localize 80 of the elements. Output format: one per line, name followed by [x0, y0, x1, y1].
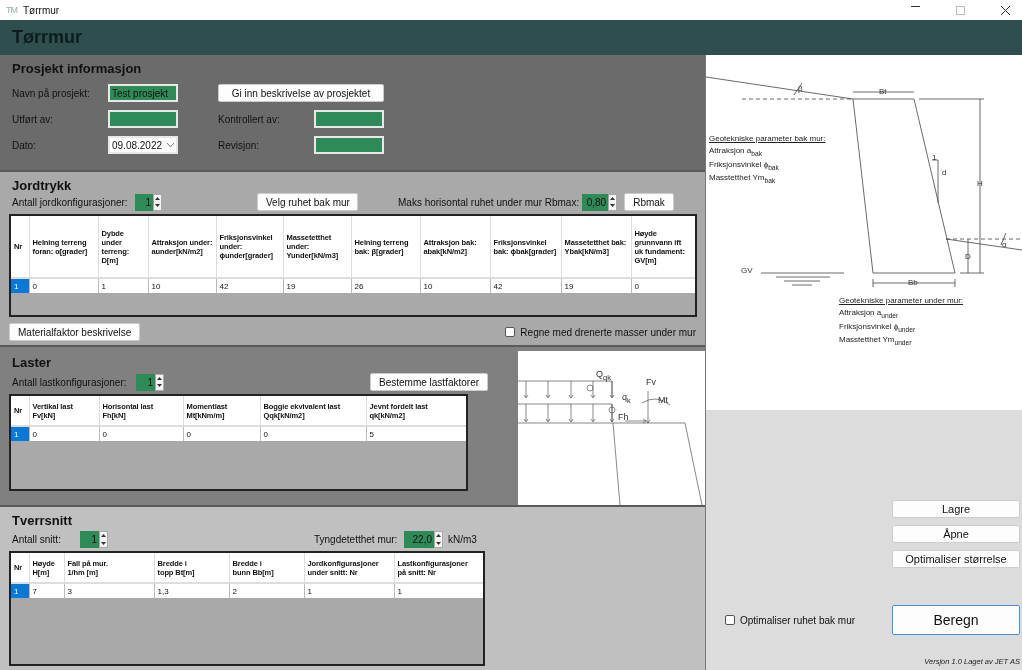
app-icon: TM [6, 5, 17, 15]
up-arrow-icon [155, 196, 160, 200]
date-field[interactable]: 09.08.2022 [108, 136, 178, 154]
section-title: Jordtrykk [12, 178, 73, 193]
dimension-label: D [965, 253, 971, 261]
field-label: Maks horisontal ruhet under mur Rbmax: [398, 196, 580, 208]
dimension-label: GV [741, 267, 753, 275]
close-icon[interactable] [1001, 5, 1010, 15]
down-arrow-icon [610, 204, 616, 208]
up-arrow-icon [436, 534, 441, 538]
parameter-heading: Geotekniske parameter under mur: [839, 296, 964, 305]
field-label: Kontrollert av: [218, 113, 281, 125]
field-label: Dato: [12, 139, 37, 151]
text-field[interactable] [108, 110, 178, 128]
action-button[interactable]: Lagre [892, 500, 1020, 518]
down-arrow-icon [157, 384, 162, 388]
unit-label: kN/m3 [448, 534, 477, 545]
spin-button[interactable] [153, 193, 162, 211]
minimize-icon[interactable] [911, 5, 920, 7]
load-factors-button[interactable]: Bestemme lastfaktorer [370, 373, 489, 391]
dimension-label: H [977, 180, 983, 188]
parameter-text: Attraksjon a$_{under}$ [839, 308, 900, 319]
parameter-text: Masstetthet Ym$_{bak}$ [709, 173, 777, 184]
field-label: Antall snitt: [12, 534, 62, 545]
field-label: Revisjon: [218, 139, 261, 151]
material-button[interactable]: Materialfaktor beskrivelse [9, 323, 141, 341]
up-arrow-icon [101, 534, 106, 538]
number-field[interactable]: 22,0 [404, 531, 434, 548]
down-arrow-icon [436, 541, 441, 545]
diagram-label: Fv [646, 378, 656, 387]
dimension-label: d [942, 169, 947, 177]
text-field[interactable] [314, 110, 384, 128]
dimension-label: Bb [908, 279, 918, 287]
field-label: Tyngdetetthet mur: [314, 534, 399, 545]
checkbox-label: Optimaliser ruhet bak mur [740, 614, 856, 626]
parameter-heading: Geotekniske parameter bak mur: [709, 134, 826, 143]
section-title: Tverrsnitt [12, 513, 73, 528]
dimension-label: α [1002, 241, 1007, 249]
diagram-label: Mt [658, 396, 668, 405]
parameter-text: Friksjonsvinkel ϕ$_{under}$ [839, 321, 917, 333]
parameter-text: Friksjonsvinkel ϕ$_{bak}$ [709, 159, 780, 171]
number-field[interactable]: 1 [80, 531, 99, 548]
checkbox-label: Regne med drenerte masser under mur [520, 326, 696, 338]
spin-button[interactable] [155, 373, 164, 391]
checkbox[interactable] [725, 615, 735, 625]
rbmax-button[interactable]: Rbmak [624, 193, 674, 211]
calculate-button[interactable]: Beregn [892, 605, 1020, 635]
parameter-text: Masstetthet Ym$_{under}$ [839, 335, 913, 346]
chevron-down-icon [167, 143, 174, 147]
action-button[interactable]: Optimaliser størrelse [892, 550, 1020, 568]
number-field[interactable]: 1 [136, 373, 155, 391]
field-label: Antall lastkonfigurasjoner: [12, 376, 128, 388]
dimension-label: 1 [932, 154, 937, 162]
spin-button[interactable] [608, 193, 618, 211]
spin-button[interactable] [99, 531, 108, 548]
spin-button[interactable] [434, 531, 443, 548]
text-field[interactable] [314, 136, 384, 154]
diagram-label: Fh [618, 413, 629, 422]
section-title: Laster [12, 355, 53, 370]
number-field[interactable]: 0,80 [582, 193, 609, 211]
field-label: Utført av: [12, 113, 55, 125]
section-title: Prosjekt informasjon [12, 61, 143, 76]
dimension-label: β [798, 85, 803, 93]
up-arrow-icon [157, 376, 162, 380]
describe-button[interactable]: Gi inn beskrivelse av prosjektet [218, 84, 384, 102]
parameter-text: Attraksjon a$_{bak}$ [709, 146, 763, 157]
diagram-label: q$_{k}$ [622, 393, 631, 405]
checkbox[interactable] [505, 327, 516, 337]
window-title: Tørrmur [23, 4, 60, 16]
down-arrow-icon [101, 541, 106, 545]
action-button[interactable]: Åpne [892, 525, 1020, 543]
number-field[interactable]: 1 [135, 193, 153, 211]
down-arrow-icon [155, 204, 160, 208]
field-label: Antall jordkonfigurasjoner: [12, 196, 129, 208]
up-arrow-icon [610, 196, 616, 200]
text-field[interactable]: Test prosjekt [108, 84, 178, 102]
field-label: Navn på prosjekt: [12, 87, 91, 99]
dimension-label: Bt [879, 88, 887, 96]
roughness-button[interactable]: Velg ruhet bak mur [257, 193, 358, 211]
diagram-label: Q$_{qk}$ [596, 370, 611, 382]
